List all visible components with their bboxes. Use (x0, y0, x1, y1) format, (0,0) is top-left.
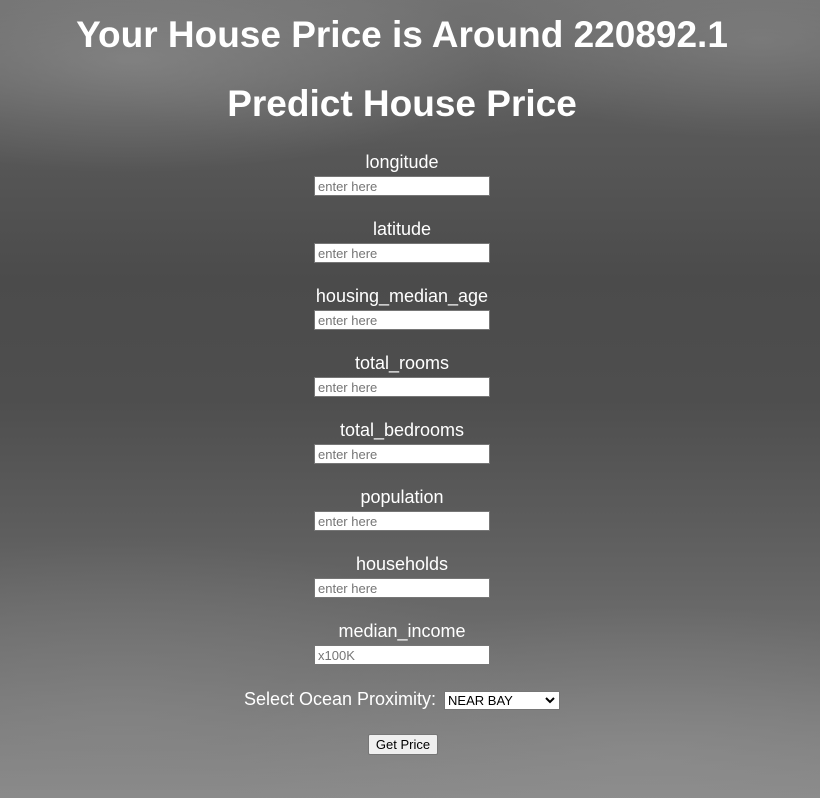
total-bedrooms-label: total_bedrooms (339, 420, 465, 440)
ocean-proximity-selected-value: NEAR BAY (448, 692, 513, 708)
households-label: households (355, 554, 449, 574)
housing-median-age-field-group: housing_median_age (0, 284, 804, 351)
ocean-proximity-label: Select Ocean Proximity: (243, 689, 437, 709)
median-income-label: median_income (338, 621, 466, 641)
total-rooms-input[interactable] (314, 377, 490, 397)
total-rooms-field-group: total_rooms (0, 351, 804, 418)
chevron-down-icon (545, 692, 555, 715)
housing-median-age-label: housing_median_age (315, 286, 489, 306)
latitude-label: latitude (372, 219, 432, 239)
ocean-proximity-select[interactable]: NEAR BAY (444, 690, 561, 710)
latitude-field-group: latitude (0, 217, 804, 284)
longitude-input[interactable] (314, 176, 490, 196)
households-field-group: households (0, 552, 804, 619)
prediction-form: longitude latitude housing_median_age to… (0, 150, 804, 686)
median-income-field-group: median_income (0, 619, 804, 686)
page-title: Predict House Price (227, 83, 577, 124)
population-label: population (360, 487, 444, 507)
latitude-input[interactable] (314, 243, 490, 263)
median-income-input[interactable] (314, 645, 490, 665)
housing-median-age-input[interactable] (314, 310, 490, 330)
total-rooms-label: total_rooms (354, 353, 450, 373)
longitude-label: longitude (365, 152, 439, 172)
price-result-heading: Your House Price is Around 220892.1 (76, 14, 728, 55)
total-bedrooms-input[interactable] (314, 444, 490, 464)
population-field-group: population (0, 485, 804, 552)
total-bedrooms-field-group: total_bedrooms (0, 418, 804, 485)
population-input[interactable] (314, 511, 490, 531)
ocean-proximity-row: Select Ocean Proximity: NEAR BAY (0, 687, 804, 711)
get-price-button[interactable]: Get Price (368, 734, 438, 755)
longitude-field-group: longitude (0, 150, 804, 217)
households-input[interactable] (314, 578, 490, 598)
